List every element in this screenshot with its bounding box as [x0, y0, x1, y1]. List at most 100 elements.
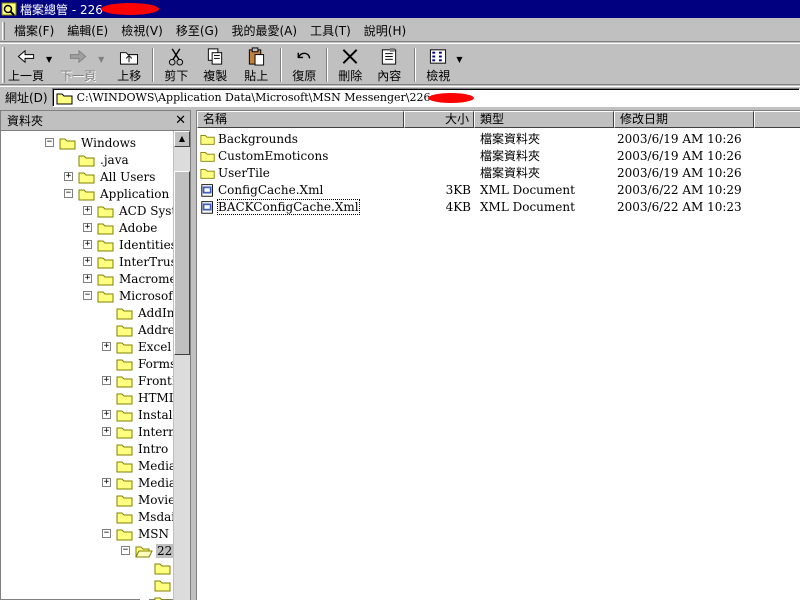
properties-button[interactable]: 內容	[368, 44, 410, 84]
tree-item[interactable]: Msdaip	[102, 508, 173, 525]
menu-favorites[interactable]: 我的最愛(A)	[226, 22, 305, 39]
collapse-icon[interactable]: −	[83, 291, 92, 300]
expand-icon[interactable]: +	[102, 376, 111, 385]
cut-button[interactable]: 剪下	[158, 44, 194, 84]
file-row[interactable]: UserTile 檔案資料夾 2003/6/19 AM 10:26	[197, 164, 800, 181]
collapse-icon[interactable]: −	[102, 529, 111, 538]
file-name: ConfigCache.Xml	[218, 182, 324, 197]
tree-item[interactable]: HTML	[102, 389, 173, 406]
tree-line	[102, 444, 111, 453]
file-name: BACKConfigCache.Xml	[217, 198, 360, 215]
folder-pane-title: 資料夾	[7, 114, 44, 128]
menu-go[interactable]: 移至(G)	[171, 22, 227, 39]
up-button[interactable]: 上移	[110, 44, 148, 84]
expand-icon[interactable]: +	[83, 257, 92, 266]
views-button[interactable]: 檢視	[420, 44, 456, 84]
tree-item[interactable]	[140, 559, 173, 576]
collapse-icon[interactable]: −	[45, 138, 54, 147]
toolbar-grip[interactable]	[2, 47, 5, 83]
address-path: C:\WINDOWS\Application Data\Microsoft\MS…	[76, 91, 431, 104]
tree-item[interactable]: − Application Dat	[64, 185, 173, 202]
expand-icon[interactable]: +	[83, 240, 92, 249]
file-row[interactable]: Backgrounds 檔案資料夾 2003/6/19 AM 10:26	[197, 130, 800, 147]
tree-item[interactable]: + Excel	[102, 338, 172, 355]
menu-help[interactable]: 說明(H)	[359, 22, 414, 39]
back-label: 上一頁	[7, 69, 44, 83]
tree-item[interactable]: + Macromedi	[83, 270, 173, 287]
folder-icon	[78, 155, 95, 166]
menu-file[interactable]: 檔案(F)	[9, 22, 62, 39]
column-header-size[interactable]: 大小	[404, 111, 474, 128]
menubar-grip[interactable]	[2, 21, 5, 40]
address-label: 網址(D)	[5, 91, 48, 105]
tree-item-label: Microsoft	[119, 288, 173, 303]
folder-icon	[97, 291, 114, 302]
expand-icon[interactable]: +	[102, 410, 111, 419]
expand-icon[interactable]: +	[83, 206, 92, 215]
expand-icon[interactable]: +	[83, 223, 92, 232]
file-row[interactable]: BACKConfigCache.Xml 4KB XML Document 2003/6…	[197, 198, 800, 215]
tree-item-label: Installe	[138, 407, 173, 422]
tree-item[interactable]: Movie I	[102, 491, 173, 508]
tree-item[interactable]: Intro	[102, 440, 169, 457]
expand-icon[interactable]: +	[64, 172, 73, 181]
menu-view[interactable]: 檢視(V)	[116, 22, 171, 39]
column-header-type[interactable]: 類型	[474, 111, 614, 128]
scroll-thumb[interactable]	[174, 171, 190, 355]
menu-edit[interactable]: 編輯(E)	[62, 22, 116, 39]
tree-item[interactable]: − 226	[121, 542, 173, 559]
tree-item[interactable]: − MSN M	[102, 525, 173, 542]
expand-icon[interactable]: +	[102, 478, 111, 487]
copy-button[interactable]: 複製	[194, 44, 236, 84]
menu-tools[interactable]: 工具(T)	[305, 22, 359, 39]
expand-icon[interactable]: +	[102, 342, 111, 351]
file-row[interactable]: ConfigCache.Xml 3KB XML Document 2003/6/22 …	[197, 181, 800, 198]
file-modified: 2003/6/19 AM 10:26	[617, 131, 742, 146]
back-button[interactable]: 上一頁	[6, 44, 46, 84]
forward-button[interactable]: 下一頁	[58, 44, 98, 84]
back-dropdown-icon[interactable]: ▼	[46, 55, 52, 64]
tree-item[interactable]: Address	[102, 321, 173, 338]
tree-item[interactable]: + Media I	[102, 474, 173, 491]
tree-item[interactable]	[140, 593, 173, 600]
collapse-icon[interactable]: −	[121, 546, 130, 555]
tree-item[interactable]: + ACD Syster	[83, 202, 173, 219]
tree-item[interactable]	[140, 576, 173, 593]
tree-item[interactable]: Forms	[102, 355, 173, 372]
folder-icon	[56, 93, 73, 104]
delete-button[interactable]: 刪除	[332, 44, 368, 84]
undo-button[interactable]: 復原	[286, 44, 322, 84]
tree-item[interactable]: − Windows	[45, 134, 137, 151]
forward-dropdown-icon[interactable]: ▼	[98, 55, 104, 64]
tree-item[interactable]: AddIns	[102, 304, 173, 321]
address-input[interactable]: C:\WINDOWS\Application Data\Microsoft\MS…	[51, 88, 800, 107]
column-header-name[interactable]: 名稱	[197, 111, 404, 128]
tree-item[interactable]: + Installe	[102, 406, 173, 423]
close-icon[interactable]: ✕	[175, 114, 186, 127]
tree-item[interactable]: Media C	[102, 457, 173, 474]
file-type: 檔案資料夾	[480, 166, 541, 180]
tree-item[interactable]: + All Users	[64, 168, 156, 185]
tree-item[interactable]: + Identities	[83, 236, 173, 253]
tree-item-label: Excel	[138, 339, 172, 354]
collapse-icon[interactable]: −	[64, 189, 73, 198]
paste-button[interactable]: 貼上	[236, 44, 276, 84]
scroll-up-icon[interactable]: ▲	[174, 131, 190, 147]
copy-label: 複製	[203, 69, 228, 83]
column-header-modified[interactable]: 修改日期	[614, 111, 754, 128]
open-folder-icon	[135, 546, 153, 557]
tree-item[interactable]: + Adobe	[83, 219, 158, 236]
tree-item[interactable]: + InterTrust	[83, 253, 173, 270]
tree-item-label: Windows	[81, 135, 137, 150]
folder-icon	[116, 308, 133, 319]
folder-icon	[200, 168, 215, 179]
expand-icon[interactable]: +	[83, 274, 92, 283]
tree-item[interactable]: + Interne	[102, 423, 173, 440]
tree-item[interactable]: + FrontPa	[102, 372, 173, 389]
tree-item[interactable]: − Microsoft	[83, 287, 173, 304]
views-dropdown-icon[interactable]: ▼	[456, 55, 462, 64]
expand-icon[interactable]: +	[102, 427, 111, 436]
tree-scrollbar[interactable]: ▲	[173, 131, 190, 600]
file-row[interactable]: CustomEmoticons 檔案資料夾 2003/6/19 AM 10:26	[197, 147, 800, 164]
tree-item[interactable]: .java	[64, 151, 130, 168]
